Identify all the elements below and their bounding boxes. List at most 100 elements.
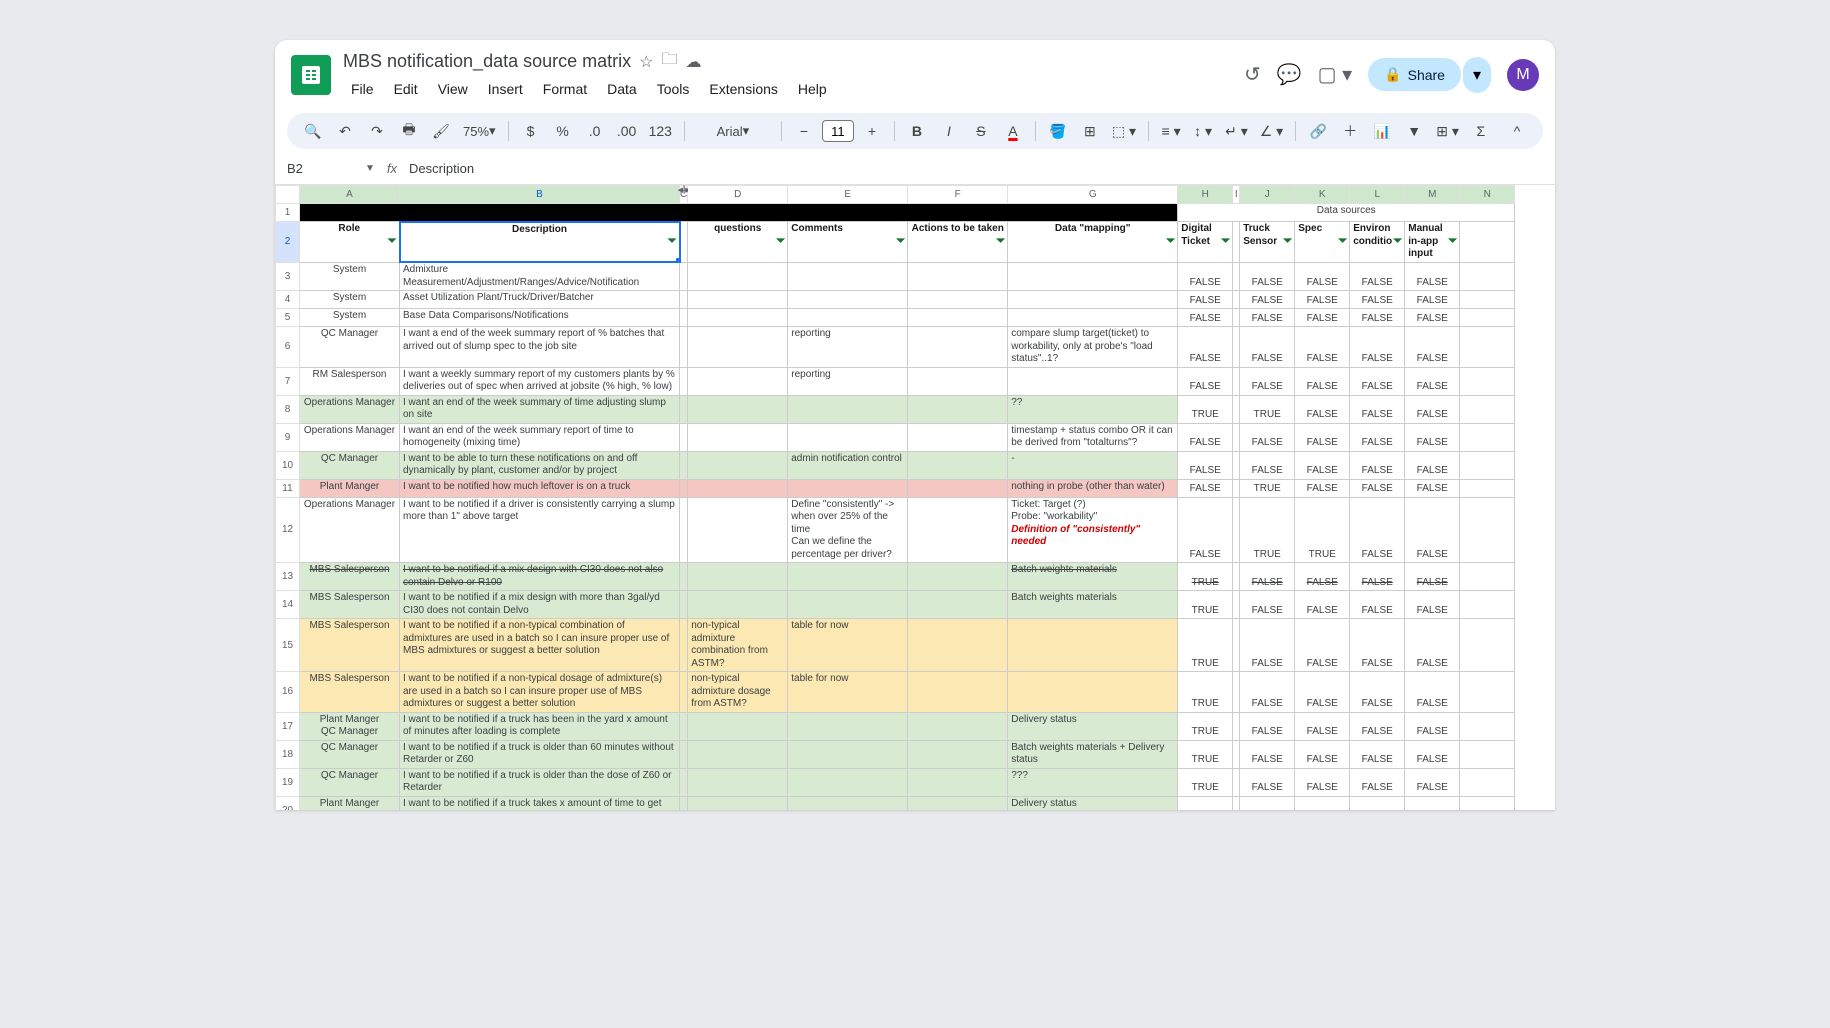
move-icon[interactable]: 🗀 xyxy=(661,48,677,75)
cell-k[interactable]: FALSE xyxy=(1295,479,1350,497)
cell-j[interactable]: FALSE xyxy=(1240,327,1295,368)
cell-questions[interactable] xyxy=(688,796,788,810)
cell-k[interactable]: FALSE xyxy=(1295,768,1350,796)
cell-actions[interactable] xyxy=(908,768,1008,796)
text-color-button[interactable]: A xyxy=(999,117,1027,145)
valign-button[interactable]: ↕ ▾ xyxy=(1189,117,1217,145)
cell-role[interactable]: QC Manager xyxy=(300,768,400,796)
row-header-7[interactable]: 7 xyxy=(276,367,300,395)
meet-icon[interactable]: ▢ ▾ xyxy=(1318,62,1353,87)
cell-description[interactable]: I want to be notified how much leftover … xyxy=(400,479,680,497)
cell-l[interactable]: FALSE xyxy=(1350,768,1405,796)
cell-description[interactable]: Admixture Measurement/Adjustment/Ranges/… xyxy=(400,262,680,291)
functions-button[interactable]: Σ xyxy=(1467,117,1495,145)
cell-h[interactable]: TRUE xyxy=(1178,563,1233,591)
filter-icon[interactable]: ⏷ xyxy=(388,235,397,249)
cell-questions[interactable]: non-typical admixture combination from A… xyxy=(688,619,788,672)
cell-actions[interactable] xyxy=(908,563,1008,591)
cell-comments[interactable] xyxy=(788,712,908,740)
cell-comments[interactable]: reporting xyxy=(788,327,908,368)
cell-j[interactable]: FALSE xyxy=(1240,423,1295,451)
share-button[interactable]: 🔒 Share xyxy=(1368,58,1461,91)
row-header-1[interactable]: 1 xyxy=(276,204,300,222)
cell-m[interactable]: FALSE xyxy=(1405,768,1460,796)
cell-h[interactable]: TRUE xyxy=(1178,672,1233,713)
cell-mapping[interactable]: Batch weights materials + Delivery statu… xyxy=(1008,740,1178,768)
cell-role[interactable]: Plant Manger xyxy=(300,479,400,497)
cell-h[interactable]: TRUE xyxy=(1178,395,1233,423)
cell-k[interactable]: FALSE xyxy=(1295,309,1350,327)
cell-m[interactable]: FALSE xyxy=(1405,367,1460,395)
cell-m[interactable]: FALSE xyxy=(1405,591,1460,619)
cell-m[interactable]: FALSE xyxy=(1405,262,1460,291)
cell-h[interactable]: FALSE xyxy=(1178,367,1233,395)
row-header-19[interactable]: 19 xyxy=(276,768,300,796)
cell-description[interactable]: I want to be notified if a non-typical d… xyxy=(400,672,680,713)
cell-actions[interactable] xyxy=(908,309,1008,327)
borders-button[interactable]: ⊞ xyxy=(1076,117,1104,145)
cell-role[interactable]: RM Salesperson xyxy=(300,367,400,395)
print-button[interactable]: 🖶 xyxy=(395,117,423,145)
row-header-18[interactable]: 18 xyxy=(276,740,300,768)
row-header-3[interactable]: 3 xyxy=(276,262,300,291)
cell-description[interactable]: I want to be notified if a truck takes x… xyxy=(400,796,680,810)
doc-title[interactable]: MBS notification_data source matrix xyxy=(343,51,631,72)
cell-k[interactable]: FALSE xyxy=(1295,262,1350,291)
filter-icon[interactable]: ⏷ xyxy=(1166,235,1175,249)
collapse-toolbar-button[interactable]: ^ xyxy=(1503,117,1531,145)
col-header-D[interactable]: D xyxy=(688,186,788,204)
cell-h[interactable]: TRUE xyxy=(1178,768,1233,796)
cell-j[interactable]: FALSE xyxy=(1240,262,1295,291)
cell-mapping[interactable] xyxy=(1008,309,1178,327)
cell-comments[interactable] xyxy=(788,309,908,327)
cell-questions[interactable] xyxy=(688,423,788,451)
cell-l[interactable]: FALSE xyxy=(1350,563,1405,591)
cell-description[interactable]: I want to be notified if a truck has bee… xyxy=(400,712,680,740)
cell-mapping[interactable]: - xyxy=(1008,451,1178,479)
row-header-12[interactable]: 12 xyxy=(276,497,300,563)
cell-questions[interactable] xyxy=(688,768,788,796)
cell-actions[interactable] xyxy=(908,367,1008,395)
cell-j[interactable]: FALSE xyxy=(1240,768,1295,796)
menu-tools[interactable]: Tools xyxy=(649,77,698,101)
cell-questions[interactable] xyxy=(688,591,788,619)
cell-k[interactable]: FALSE xyxy=(1295,712,1350,740)
header-digital-ticket[interactable]: Digital Ticket⏷ xyxy=(1178,222,1233,263)
cell-role[interactable]: MBS Salesperson xyxy=(300,619,400,672)
cell-role[interactable]: Operations Manager xyxy=(300,497,400,563)
header-description[interactable]: Description⏷ xyxy=(400,222,680,263)
cell-actions[interactable] xyxy=(908,451,1008,479)
cell-h[interactable]: TRUE xyxy=(1178,619,1233,672)
decrease-decimal-button[interactable]: .0 xyxy=(581,117,609,145)
cell-role[interactable]: QC Manager xyxy=(300,451,400,479)
cell-m[interactable]: FALSE xyxy=(1405,672,1460,713)
italic-button[interactable]: I xyxy=(935,117,963,145)
cell-role[interactable]: System xyxy=(300,309,400,327)
comment-icon[interactable]: 💬 xyxy=(1277,62,1302,87)
merge-button[interactable]: ⬚ ▾ xyxy=(1108,117,1140,145)
cell-comments[interactable]: admin notification control xyxy=(788,451,908,479)
cell-role[interactable]: QC Manager xyxy=(300,327,400,368)
row-header-13[interactable]: 13 xyxy=(276,563,300,591)
cell-comments[interactable]: reporting xyxy=(788,367,908,395)
cell-role[interactable]: Plant MangerQC Manager xyxy=(300,712,400,740)
avatar[interactable]: M xyxy=(1507,59,1539,91)
cell-h[interactable]: TRUE xyxy=(1178,591,1233,619)
cell-k[interactable]: TRUE xyxy=(1295,497,1350,563)
filter-button[interactable]: ▼ xyxy=(1400,117,1428,145)
cell-l[interactable]: FALSE xyxy=(1350,740,1405,768)
row-header-11[interactable]: 11 xyxy=(276,479,300,497)
cell-description[interactable]: I want to be notified if a truck is olde… xyxy=(400,740,680,768)
cell-mapping[interactable] xyxy=(1008,619,1178,672)
filter-icon[interactable]: ⏷ xyxy=(776,235,785,249)
name-box[interactable]: B2 xyxy=(283,157,353,180)
row-header-4[interactable]: 4 xyxy=(276,291,300,309)
cell-role[interactable]: QC Manager xyxy=(300,740,400,768)
cell-mapping[interactable]: Delivery status xyxy=(1008,712,1178,740)
star-icon[interactable]: ☆ xyxy=(639,52,653,72)
cell-j[interactable]: FALSE xyxy=(1240,712,1295,740)
header-truck-sensor[interactable]: Truck Sensor⏷ xyxy=(1240,222,1295,263)
cell-role[interactable]: MBS Salesperson xyxy=(300,563,400,591)
cell-comments[interactable] xyxy=(788,563,908,591)
percent-button[interactable]: % xyxy=(549,117,577,145)
